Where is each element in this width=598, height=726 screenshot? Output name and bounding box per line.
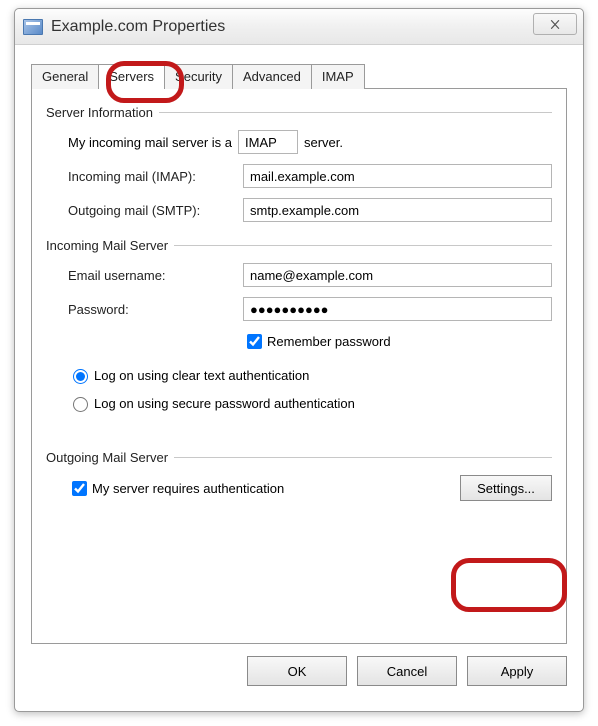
group-outgoing-mail-server: Outgoing Mail Server (46, 450, 552, 465)
incoming-type-field[interactable] (238, 130, 298, 154)
mail-account-icon (23, 19, 43, 35)
auth-spa-radio[interactable] (73, 397, 88, 412)
close-icon: 𐢫 (550, 15, 560, 34)
remember-password-label: Remember password (267, 334, 391, 349)
requires-auth-label: My server requires authentication (92, 481, 284, 496)
outgoing-mail-label: Outgoing mail (SMTP): (68, 203, 243, 218)
tab-panel-servers: Server Information My incoming mail serv… (31, 88, 567, 644)
dialog-button-row: OK Cancel Apply (31, 656, 567, 686)
apply-button[interactable]: Apply (467, 656, 567, 686)
password-field[interactable] (243, 297, 552, 321)
tab-general[interactable]: General (31, 64, 99, 89)
tab-servers[interactable]: Servers (98, 64, 165, 89)
tab-advanced[interactable]: Advanced (232, 64, 312, 89)
incoming-type-row: My incoming mail server is a server. (46, 130, 552, 154)
cancel-button[interactable]: Cancel (357, 656, 457, 686)
properties-dialog: Example.com Properties 𐢫 General Servers… (14, 8, 584, 712)
incoming-mail-label: Incoming mail (IMAP): (68, 169, 243, 184)
ok-button[interactable]: OK (247, 656, 347, 686)
password-label: Password: (68, 302, 243, 317)
group-incoming-mail-server: Incoming Mail Server (46, 238, 552, 253)
tab-security[interactable]: Security (164, 64, 233, 89)
tab-strip: General Servers Security Advanced IMAP (31, 63, 567, 88)
auth-spa-label: Log on using secure password authenticat… (94, 396, 355, 411)
settings-button[interactable]: Settings... (460, 475, 552, 501)
window-title: Example.com Properties (51, 18, 225, 36)
close-button[interactable]: 𐢫 (533, 13, 577, 35)
email-username-field[interactable] (243, 263, 552, 287)
remember-password-checkbox[interactable] (247, 334, 262, 349)
group-server-information: Server Information (46, 105, 552, 120)
email-username-label: Email username: (68, 268, 243, 283)
titlebar: Example.com Properties 𐢫 (15, 9, 583, 45)
incoming-type-suffix: server. (304, 135, 343, 150)
auth-cleartext-label: Log on using clear text authentication (94, 368, 309, 383)
auth-cleartext-radio[interactable] (73, 369, 88, 384)
requires-auth-checkbox[interactable] (72, 481, 87, 496)
outgoing-mail-field[interactable] (243, 198, 552, 222)
incoming-type-prefix: My incoming mail server is a (68, 135, 232, 150)
tab-imap[interactable]: IMAP (311, 64, 365, 89)
incoming-mail-field[interactable] (243, 164, 552, 188)
